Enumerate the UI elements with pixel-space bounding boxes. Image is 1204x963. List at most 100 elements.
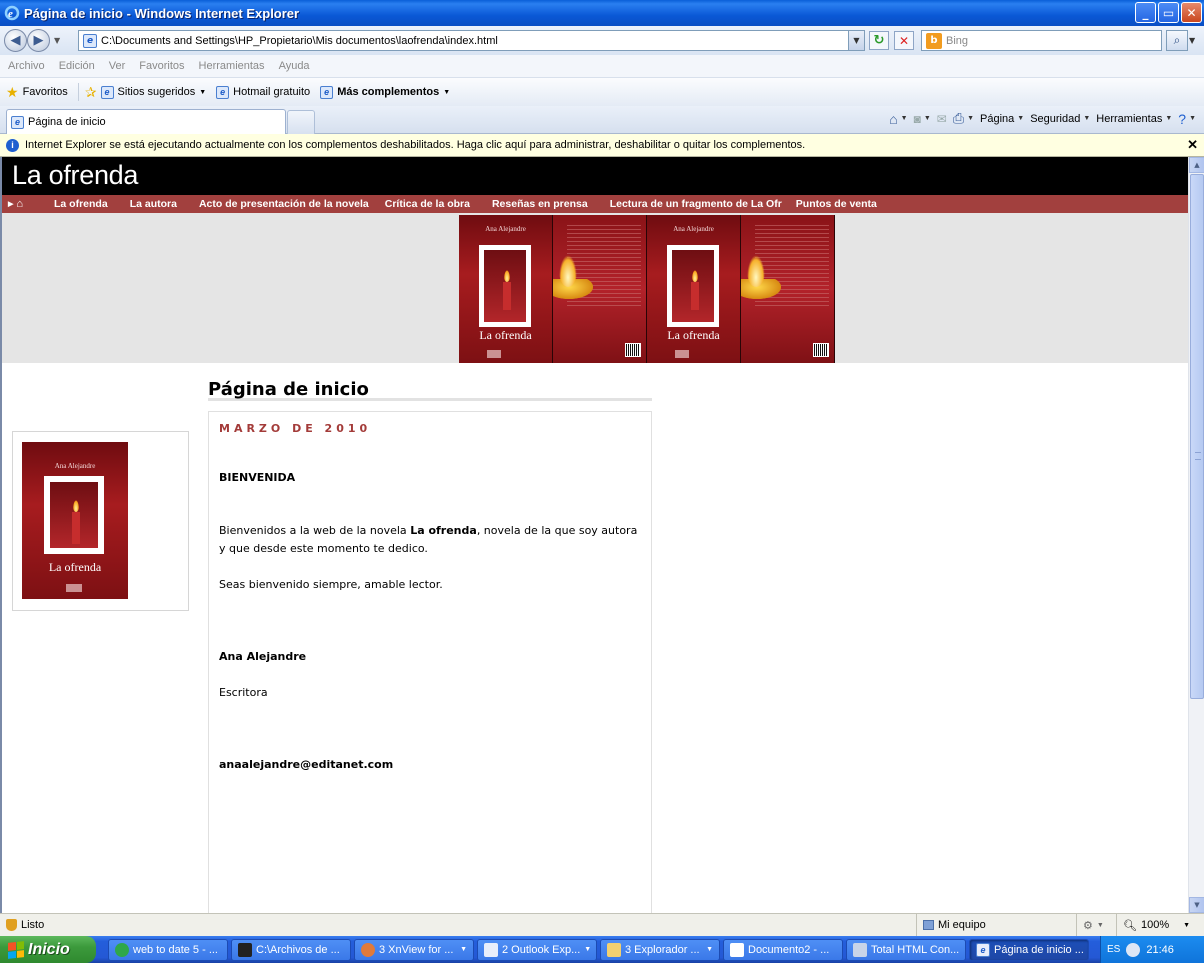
menu-favoritos[interactable]: Favoritos [139,60,184,72]
zoom-control[interactable]: 🔍︎ 100% ▼ [1116,914,1190,936]
task-label: Total HTML Con... [871,943,960,956]
taskbar-item[interactable]: 3 Explorador ... ▼ [600,938,720,961]
chevron-down-icon[interactable]: ▼ [924,115,931,122]
scroll-down-icon[interactable]: ▼ [1189,897,1204,913]
menu-ayuda[interactable]: Ayuda [279,60,310,72]
information-bar-message[interactable]: Internet Explorer se está ejecutando act… [25,139,805,151]
home-icon[interactable]: ⌂ [889,111,897,127]
rss-feed-icon[interactable]: ◙ [914,112,921,126]
info-icon: i [6,138,19,152]
windows-taskbar: Inicio web to date 5 - ... C:\Archivos d… [0,936,1204,963]
site-title[interactable]: La ofrenda [12,160,138,191]
language-indicator[interactable]: ES [1107,944,1120,955]
magnifier-icon: ⌕ [1173,33,1181,47]
menu-archivo[interactable]: Archivo [8,60,45,72]
candle-flame-icon [73,500,79,512]
nav-lectura-fragmento[interactable]: Lectura de un fragmento de La Ofr [610,198,782,210]
new-tab-button[interactable] [287,110,315,134]
taskbar-item[interactable]: Total HTML Con... [846,938,966,961]
nav-la-ofrenda[interactable]: La ofrenda [54,198,108,210]
scroll-up-icon[interactable]: ▲ [1189,157,1204,173]
taskbar-item-active[interactable]: e Página de inicio ... [969,938,1089,961]
chevron-down-icon[interactable]: ▼ [901,115,908,122]
address-dropdown-icon[interactable]: ▼ [848,31,864,50]
window-title-bar[interactable]: e Página de inicio - Windows Internet Ex… [0,0,1204,26]
sidebar-book-cover[interactable]: Ana Alejandre La ofrenda [22,442,128,599]
home-icon: ⌂ [16,198,24,210]
favorites-bar: ★ Favoritos ✰ e Sitios sugeridos ▼ e Hot… [0,78,1204,106]
vertical-scrollbar[interactable]: ▲ ▼ [1188,157,1204,913]
search-options-dropdown-icon[interactable]: ▼ [1189,36,1195,45]
forward-button[interactable]: ▶ [27,29,50,52]
stop-button[interactable]: ✕ [894,31,914,50]
cover-author: Ana Alejandre [54,462,96,470]
protected-mode[interactable]: ⚙ ▼ [1076,914,1104,936]
chevron-down-icon[interactable]: ▼ [1189,115,1196,122]
window-title: Página de inicio - Windows Internet Expl… [24,5,300,21]
scroll-thumb[interactable] [1190,174,1204,699]
page-title: Página de inicio [208,379,652,401]
html-converter-icon [853,942,867,957]
internet-explorer-icon: e [4,5,20,21]
barcode [813,343,829,357]
tray-expand-icon[interactable] [1126,942,1141,957]
chevron-down-icon: ▼ [460,946,467,953]
chevron-down-icon[interactable]: ▼ [1017,115,1024,122]
close-information-bar-icon[interactable]: ✕ [1187,137,1198,153]
ie-page-icon: e [320,85,334,99]
mail-icon[interactable]: ✉ [937,112,947,126]
post-author-role: Escritora [219,686,268,699]
menu-herramientas[interactable]: Herramientas [199,60,265,72]
chevron-down-icon: ▼ [584,946,592,953]
nav-resenas[interactable]: Reseñas en prensa [492,198,588,210]
taskbar-item[interactable]: 2 Outlook Exp... ▼ [477,938,597,961]
triangle-right-icon: ▶ [8,201,14,208]
taskbar-item[interactable]: C:\Archivos de ... [231,938,351,961]
print-icon[interactable]: ⎙ [953,110,964,127]
hotmail-link[interactable]: e Hotmail gratuito [216,85,310,99]
nav-la-autora[interactable]: La autora [130,198,177,210]
candle-flame-icon [747,255,765,287]
system-tray: ES 21:46 [1100,936,1204,963]
menu-ver[interactable]: Ver [109,60,126,72]
security-zone[interactable]: Mi equipo [916,914,986,936]
nav-critica[interactable]: Crítica de la obra [385,198,470,210]
book-back-cover [553,215,647,363]
chevron-down-icon[interactable]: ▼ [1165,115,1172,122]
chevron-down-icon[interactable]: ▼ [967,115,974,122]
history-dropdown-icon[interactable]: ▼ [54,36,60,45]
address-field[interactable]: e C:\Documents and Settings\HP_Propietar… [78,30,865,51]
maximize-button[interactable]: ▭ [1158,2,1179,23]
minimize-button[interactable]: _ [1135,2,1156,23]
search-input[interactable]: Bing [946,35,968,47]
address-url[interactable]: C:\Documents and Settings\HP_Propietario… [101,35,498,47]
close-button[interactable]: ✕ [1181,2,1202,23]
search-box[interactable]: b Bing [921,30,1162,51]
chevron-down-icon[interactable]: ▼ [1083,115,1090,122]
information-bar[interactable]: i Internet Explorer se está ejecutando a… [0,134,1204,157]
taskbar-item[interactable]: web to date 5 - ... [108,938,228,961]
nav-home[interactable]: ▶ ⌂ [2,195,32,213]
search-button[interactable]: ⌕ [1166,30,1188,51]
refresh-button[interactable]: ↻ [869,31,889,50]
tools-menu[interactable]: Herramientas [1096,113,1162,125]
stop-icon: ✕ [898,33,910,48]
menu-edicion[interactable]: Edición [59,60,95,72]
suggested-sites-link[interactable]: e Sitios sugeridos ▼ [100,85,206,99]
security-menu[interactable]: Seguridad [1030,113,1080,125]
add-favorite-button[interactable]: ✰ [85,84,97,101]
nav-acto-presentacion[interactable]: Acto de presentación de la novela [199,198,369,210]
post-email[interactable]: anaalejandre@editanet.com [219,756,641,774]
page-menu[interactable]: Página [980,113,1014,125]
taskbar-item[interactable]: 3 XnView for ... ▼ [354,938,474,961]
start-button[interactable]: Inicio [0,936,96,963]
tab-pagina-de-inicio[interactable]: e Página de inicio [6,109,286,134]
favorites-button[interactable]: ★ Favoritos [6,84,68,101]
back-button[interactable]: ◀ [4,29,27,52]
zoom-level: 100% [1140,919,1170,931]
clock[interactable]: 21:46 [1146,944,1174,956]
nav-puntos-venta[interactable]: Puntos de venta [796,198,877,210]
more-addons-link[interactable]: e Más complementos ▼ [320,85,450,99]
help-icon[interactable]: ? [1178,111,1186,127]
taskbar-item[interactable]: Documento2 - ... [723,938,843,961]
